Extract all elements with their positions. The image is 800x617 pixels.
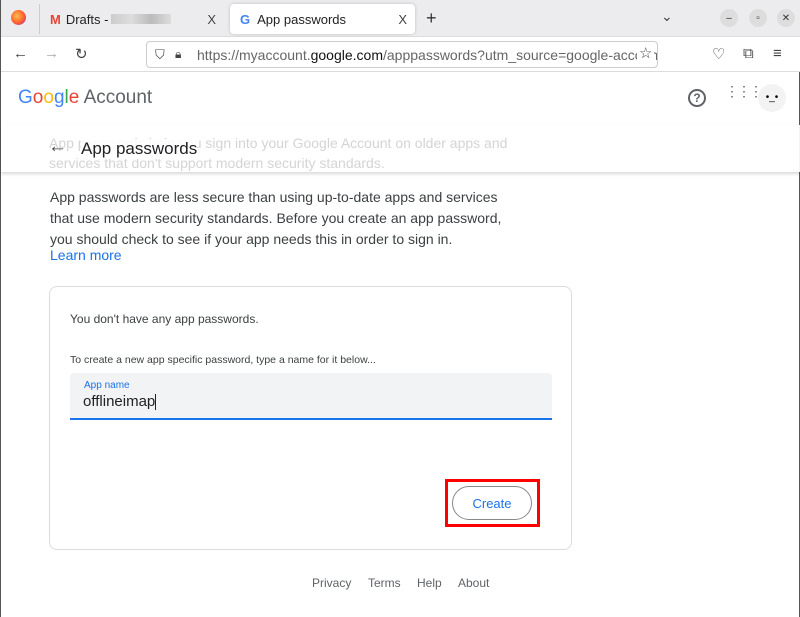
bookmark-star-icon[interactable]: ☆ [637,44,654,62]
footer-help-link[interactable]: Help [417,576,442,590]
back-arrow-icon[interactable]: ← [48,136,67,158]
back-icon[interactable]: ← [13,45,28,62]
tab-bar: M Drafts - X G App passwords X + ⌄ – ▫ ✕ [1,0,800,37]
input-value: offlineimap [83,393,155,410]
text-caret [155,394,156,410]
apps-grid-icon[interactable]: ⋮⋮⋮ [725,88,741,95]
page-title: App passwords [81,139,197,159]
close-tab-icon[interactable]: X [207,12,216,27]
footer-terms-link[interactable]: Terms [368,576,401,590]
tab-drafts[interactable]: M Drafts - X [39,4,224,34]
firefox-icon[interactable] [11,10,26,25]
help-icon[interactable]: ? [688,89,706,107]
footer-about-link[interactable]: About [458,576,489,590]
url-domain: google.com [311,47,383,63]
url-suffix: /apppasswords?utm_source=google-account [383,47,658,63]
avatar[interactable]: •_• [758,84,786,112]
create-button[interactable]: Create [452,486,532,520]
url-prefix: https://myaccount. [197,47,311,63]
tab-label: Drafts - [66,12,109,27]
redacted-text [111,14,171,24]
maximize-button[interactable]: ▫ [749,9,767,27]
minimize-button[interactable]: – [720,9,738,27]
pocket-icon[interactable]: ♡ [712,45,725,63]
tab-list-button[interactable]: ⌄ [661,8,673,25]
shield-icon[interactable]: ⛉ [155,47,165,63]
lock-icon[interactable]: 🔒︎ [175,47,181,62]
url-bar[interactable]: ⛉ 🔒︎ https://myaccount.google.com/apppas… [146,41,658,68]
empty-state-text: You don't have any app passwords. [70,312,259,326]
learn-more-link[interactable]: Learn more [50,247,122,263]
footer-privacy-link[interactable]: Privacy [312,576,351,590]
product-name: Account [84,87,153,108]
new-tab-button[interactable]: + [426,8,437,29]
tab-app-passwords[interactable]: G App passwords X [230,4,415,34]
google-logo: Google [18,87,79,108]
tab-label: App passwords [257,12,346,27]
forward-icon[interactable]: → [44,45,59,62]
extensions-icon[interactable]: ⧉ [743,45,754,62]
description: App passwords are less secure than using… [50,187,510,250]
app-name-label: App name [84,380,130,391]
menu-icon[interactable]: ≡ [773,45,782,62]
close-tab-icon[interactable]: X [398,12,407,27]
google-icon: G [240,12,250,27]
create-hint: To create a new app specific password, t… [70,354,376,366]
app-name-value[interactable]: offlineimap [83,393,156,410]
google-account-logo[interactable]: Google Account [18,87,152,109]
gmail-icon: M [50,12,61,27]
reload-icon[interactable]: ↻ [75,45,88,63]
close-window-button[interactable]: ✕ [777,9,795,27]
